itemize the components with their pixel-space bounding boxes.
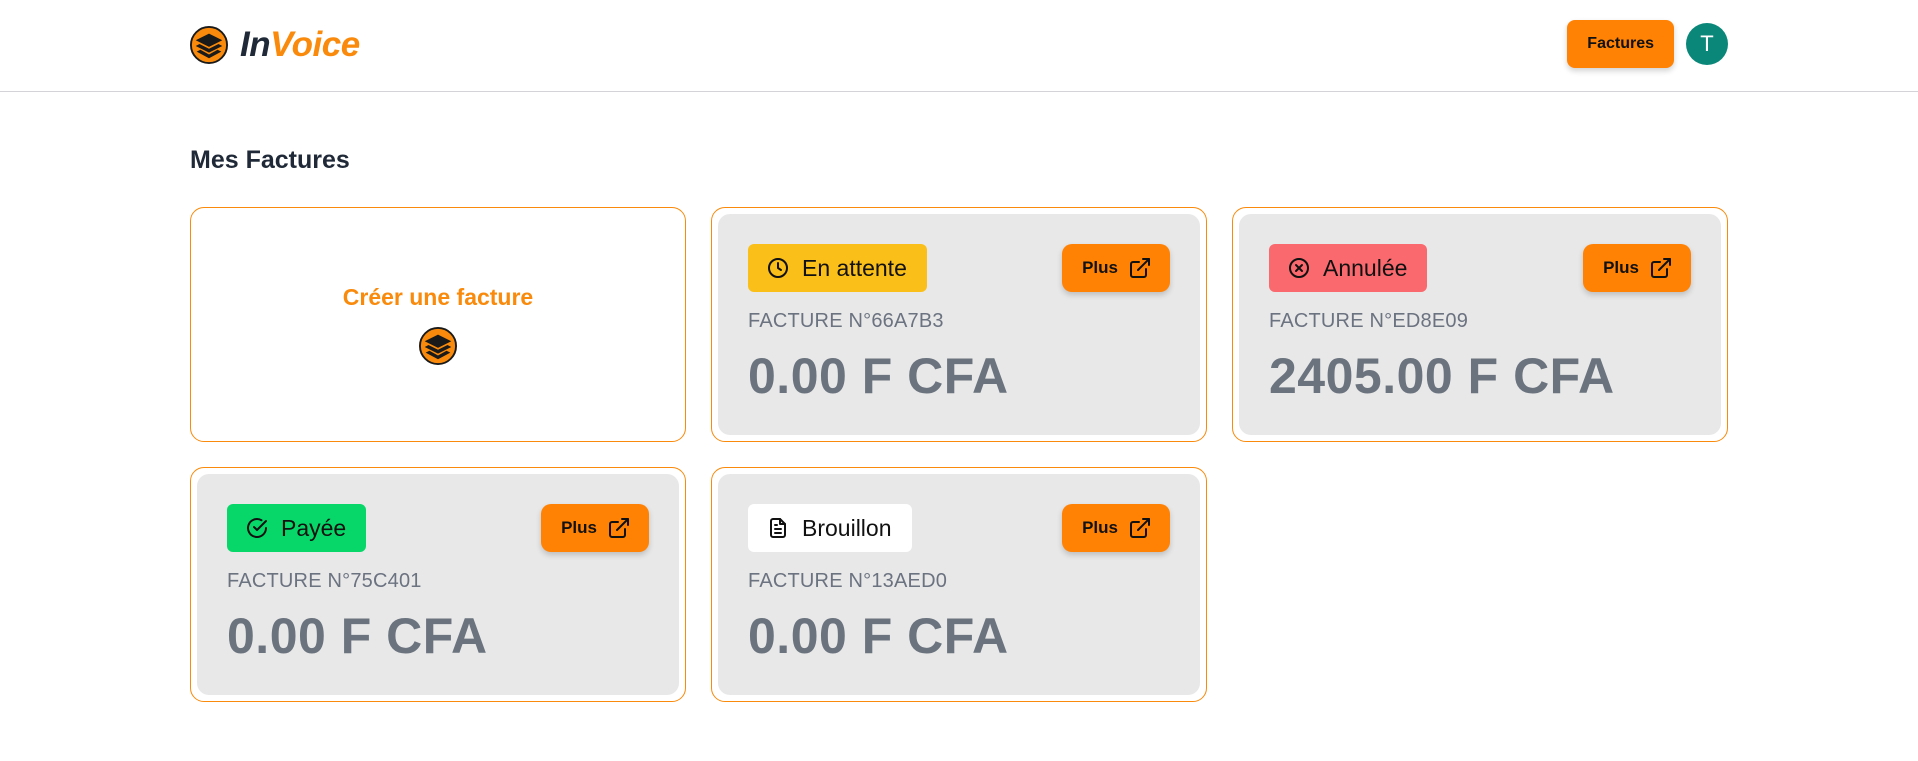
invoice-number: FACTURE N°66A7B3 <box>748 310 944 332</box>
invoice-card-body: Brouillon Plus FACTURE N°13AED0 0.00 F C… <box>718 474 1200 695</box>
clock-icon <box>768 258 788 278</box>
invoice-card: Brouillon Plus FACTURE N°13AED0 0.00 F C… <box>711 467 1207 702</box>
invoice-grid: Créer une facture En attente Plus FACTUR… <box>190 207 1728 702</box>
brand[interactable]: InVoice <box>190 24 360 66</box>
external-link-icon <box>1130 258 1150 278</box>
invoice-card-header: Payée Plus <box>227 504 649 552</box>
status-label: Brouillon <box>802 514 892 541</box>
invoice-card-body: En attente Plus FACTURE N°66A7B3 0.00 F … <box>718 214 1200 435</box>
invoice-card-header: En attente Plus <box>748 244 1170 292</box>
create-invoice-card[interactable]: Créer une facture <box>190 207 686 442</box>
page-title: Mes Factures <box>190 146 350 174</box>
invoice-card: Annulée Plus FACTURE N°ED8E09 2405.00 F … <box>1232 207 1728 442</box>
plus-button[interactable]: Plus <box>1062 504 1170 552</box>
plus-button[interactable]: Plus <box>541 504 649 552</box>
factures-button[interactable]: Factures <box>1567 20 1674 68</box>
invoice-amount: 0.00 F CFA <box>227 608 488 664</box>
plus-button-label: Plus <box>1603 258 1639 277</box>
status-label: En attente <box>802 254 907 281</box>
invoice-number: FACTURE N°ED8E09 <box>1269 310 1469 332</box>
navbar: InVoice Factures T <box>0 0 1918 92</box>
brand-name-part1: In <box>240 25 271 64</box>
invoice-amount: 0.00 F CFA <box>748 608 1009 664</box>
layers-icon <box>419 327 457 365</box>
x-circle-icon <box>1289 258 1309 278</box>
invoice-card-header: Annulée Plus <box>1269 244 1691 292</box>
plus-button[interactable]: Plus <box>1583 244 1691 292</box>
plus-button-label: Plus <box>1082 258 1118 277</box>
check-circle-icon <box>247 518 267 538</box>
invoice-amount: 0.00 F CFA <box>748 348 1009 404</box>
layers-logo-icon <box>190 26 228 64</box>
plus-button-label: Plus <box>561 518 597 537</box>
external-link-icon <box>1130 518 1150 538</box>
invoice-card: Payée Plus FACTURE N°75C401 0.00 F CFA <box>190 467 686 702</box>
avatar[interactable]: T <box>1686 23 1728 65</box>
invoice-number: FACTURE N°13AED0 <box>748 570 948 592</box>
plus-button[interactable]: Plus <box>1062 244 1170 292</box>
invoice-card: En attente Plus FACTURE N°66A7B3 0.00 F … <box>711 207 1207 442</box>
status-label: Annulée <box>1323 254 1408 281</box>
nav-actions: Factures T <box>1567 20 1728 68</box>
invoice-number: FACTURE N°75C401 <box>227 570 422 592</box>
brand-name-part2: Voice <box>270 25 360 64</box>
create-invoice-label: Créer une facture <box>342 284 534 310</box>
status-badge: Brouillon <box>748 504 912 552</box>
invoice-card-body: Annulée Plus FACTURE N°ED8E09 2405.00 F … <box>1239 214 1721 435</box>
document-icon <box>770 518 786 538</box>
external-link-icon <box>1651 258 1671 278</box>
status-label: Payée <box>281 514 347 541</box>
status-badge: Annulée <box>1269 244 1428 292</box>
brand-name: InVoice <box>240 25 360 65</box>
status-badge: Payée <box>227 504 367 552</box>
plus-button-label: Plus <box>1082 518 1118 537</box>
external-link-icon <box>609 518 629 538</box>
status-badge: En attente <box>748 244 927 292</box>
invoice-amount: 2405.00 F CFA <box>1269 348 1615 404</box>
invoice-card-header: Brouillon Plus <box>748 504 1170 552</box>
invoice-card-body: Payée Plus FACTURE N°75C401 0.00 F CFA <box>197 474 679 695</box>
